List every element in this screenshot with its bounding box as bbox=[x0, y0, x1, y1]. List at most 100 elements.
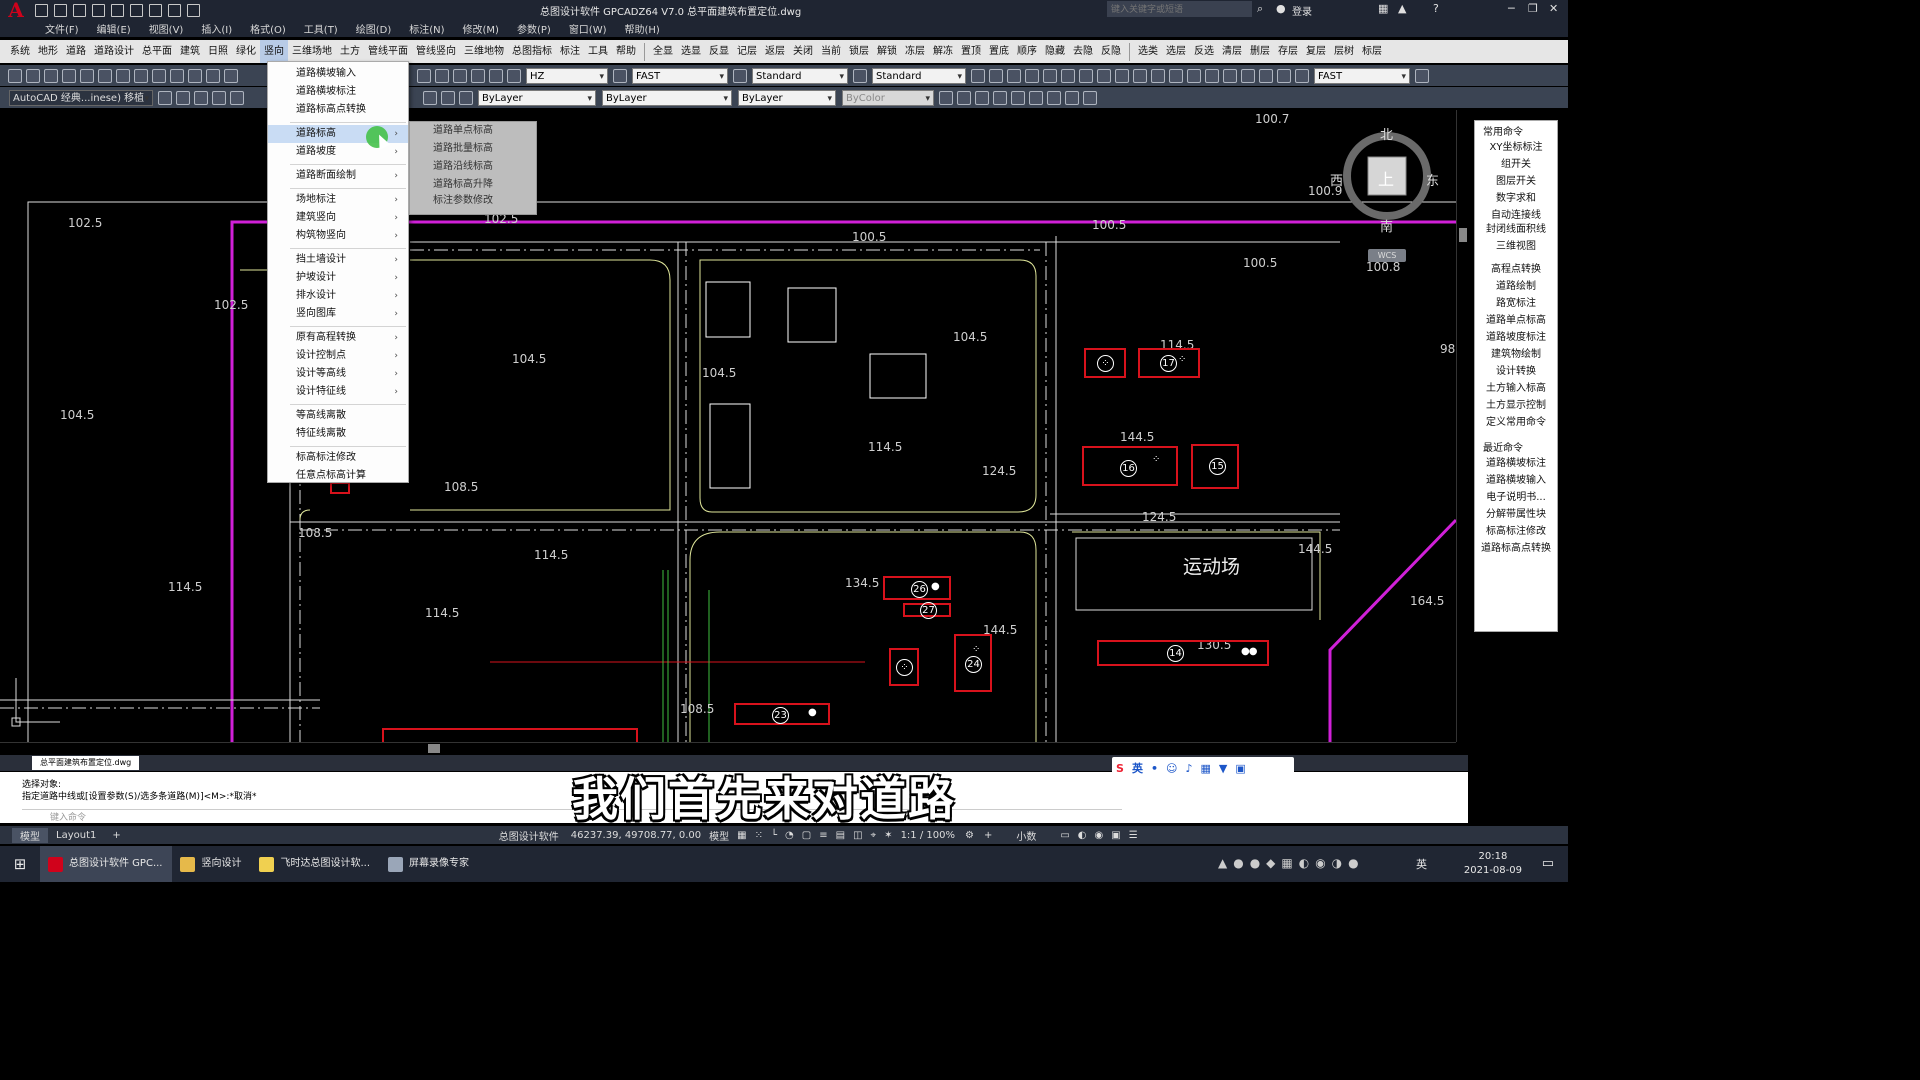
cmd-elevation-convert[interactable]: 高程点转换 bbox=[1475, 261, 1557, 278]
ime-emoji-icon[interactable]: ☺ bbox=[1166, 762, 1177, 775]
menu-any-point-elev[interactable]: 任意点标高计算 bbox=[268, 467, 408, 485]
properties-icon[interactable] bbox=[435, 68, 449, 83]
recent-cmd[interactable]: 分解带属性块 bbox=[1475, 506, 1557, 523]
windows-start-icon[interactable]: ⊞ bbox=[0, 855, 40, 873]
layer-tool-5-icon[interactable] bbox=[1011, 90, 1025, 105]
layer-tool-7-icon[interactable] bbox=[1047, 90, 1061, 105]
layer-invert-select[interactable]: 反选 bbox=[1190, 40, 1218, 63]
compass-east[interactable]: 东 bbox=[1426, 170, 1439, 189]
cmd-group-toggle[interactable]: 组开关 bbox=[1475, 156, 1557, 173]
layer-manager-icon[interactable] bbox=[176, 90, 190, 105]
layer-bottom[interactable]: 置底 bbox=[985, 40, 1013, 63]
layer-tree[interactable]: 层树 bbox=[1330, 40, 1358, 63]
cmd-design-convert[interactable]: 设计转换 bbox=[1475, 363, 1557, 380]
transparency-icon[interactable]: ▤ bbox=[836, 830, 845, 841]
inspect-icon[interactable] bbox=[1241, 68, 1255, 83]
sun-icon[interactable] bbox=[230, 90, 244, 105]
cmd-road-draw[interactable]: 道路绘制 bbox=[1475, 278, 1557, 295]
workspace-select[interactable]: AutoCAD 经典...inese) 移植 bbox=[9, 89, 153, 106]
3d-osnap-icon[interactable]: ⌖ bbox=[871, 830, 877, 841]
layer-tool-9-icon[interactable] bbox=[1083, 90, 1097, 105]
redo-icon[interactable] bbox=[187, 3, 200, 17]
menu-feature-line[interactable]: 设计特征线 › bbox=[268, 383, 408, 401]
submenu-along-line[interactable]: 道路沿线标高 bbox=[410, 158, 536, 176]
dim-style-manager-icon[interactable] bbox=[1415, 68, 1429, 83]
cmd-layer-toggle[interactable]: 图层开关 bbox=[1475, 173, 1557, 190]
menu-edit[interactable]: 编辑(E) bbox=[88, 21, 140, 36]
text-style-icon[interactable] bbox=[507, 68, 521, 83]
cmd-earth-display[interactable]: 土方显示控制 bbox=[1475, 397, 1557, 414]
cmd-auto-connect[interactable]: 自动连接线 bbox=[1475, 207, 1557, 224]
view-cube-top-face[interactable]: 上 bbox=[1378, 166, 1394, 190]
ribbon-greening[interactable]: 绿化 bbox=[232, 40, 260, 63]
undo-icon[interactable] bbox=[168, 3, 181, 17]
building-block[interactable]: 26 ● bbox=[883, 576, 951, 600]
settings-icon[interactable]: ⚙ bbox=[965, 830, 974, 841]
layer-freeze[interactable]: 冻层 bbox=[901, 40, 929, 63]
hardware-accel-icon[interactable]: ◉ bbox=[1095, 830, 1104, 841]
building-block[interactable]: 16 ⁘ bbox=[1082, 446, 1178, 486]
layer-unhide[interactable]: 去隐 bbox=[1069, 40, 1097, 63]
vertical-scrollbar[interactable] bbox=[1456, 110, 1468, 742]
cart-icon[interactable]: ▦ bbox=[1378, 2, 1388, 15]
close-icon[interactable]: ✕ bbox=[1549, 2, 1558, 15]
ribbon-road[interactable]: 道路 bbox=[62, 40, 90, 63]
layer-previous-icon[interactable] bbox=[441, 90, 455, 105]
lineweight-select[interactable]: ByLayer bbox=[738, 89, 836, 106]
layer-unlock[interactable]: 解锁 bbox=[873, 40, 901, 63]
minimize-icon[interactable]: ─ bbox=[1508, 2, 1515, 15]
layer-hide[interactable]: 隐藏 bbox=[1041, 40, 1069, 63]
ortho-icon[interactable]: └ bbox=[771, 830, 777, 841]
table-style-select[interactable]: Standard bbox=[872, 67, 966, 84]
document-tab[interactable]: 总平面建筑布置定位.dwg bbox=[32, 756, 140, 770]
dim-diameter-icon[interactable] bbox=[1079, 68, 1093, 83]
recent-cmd[interactable]: 道路横坡输入 bbox=[1475, 472, 1557, 489]
calc-icon[interactable] bbox=[471, 68, 485, 83]
make-current-icon[interactable] bbox=[423, 90, 437, 105]
taskbar-app-gpcad[interactable]: 总图设计软件 GPC... bbox=[40, 846, 173, 882]
menu-window[interactable]: 窗口(W) bbox=[560, 21, 616, 36]
cmd-road-slope[interactable]: 道路坡度标注 bbox=[1475, 329, 1557, 346]
layer-thaw[interactable]: 解冻 bbox=[929, 40, 957, 63]
dim-style-select[interactable]: Standard bbox=[752, 67, 848, 84]
taskbar-app-docs[interactable]: 飞时达总图设计软... bbox=[251, 846, 380, 882]
building-block[interactable] bbox=[382, 728, 638, 742]
layer-tool-8-icon[interactable] bbox=[1065, 90, 1079, 105]
save-icon[interactable] bbox=[73, 3, 86, 17]
ime-keyboard-icon[interactable]: ▦ bbox=[1200, 762, 1210, 775]
ribbon-3d-site[interactable]: 三维场地 bbox=[288, 40, 336, 63]
isolate-icon[interactable]: ◐ bbox=[1078, 830, 1087, 841]
annotation-scale[interactable]: 1:1 / 100% bbox=[901, 830, 955, 841]
ime-toolbar[interactable]: S 英 • ☺ ♪ ▦ ▼ ▣ bbox=[1112, 757, 1294, 779]
menu-insert[interactable]: 插入(I) bbox=[192, 21, 241, 36]
ime-skin-icon[interactable]: ▼ bbox=[1219, 762, 1227, 775]
scrollbar-thumb[interactable] bbox=[428, 744, 440, 753]
recent-cmd[interactable]: 道路横坡标注 bbox=[1475, 455, 1557, 472]
quick-properties-icon[interactable]: ▭ bbox=[1060, 830, 1069, 841]
menu-parameter[interactable]: 参数(P) bbox=[508, 21, 560, 36]
dim-jogged-icon[interactable] bbox=[1061, 68, 1075, 83]
menu-feature-discrete[interactable]: 特征线离散 bbox=[268, 425, 408, 443]
cmd-road-width[interactable]: 路宽标注 bbox=[1475, 295, 1557, 312]
building-block[interactable]: ⁘ bbox=[889, 648, 919, 686]
dim-aligned-icon[interactable] bbox=[989, 68, 1003, 83]
recent-cmd[interactable]: 道路标高点转换 bbox=[1475, 540, 1557, 557]
ribbon-sunlight[interactable]: 日照 bbox=[204, 40, 232, 63]
color-select[interactable]: ByLayer bbox=[478, 89, 596, 106]
menu-elev-label-modify[interactable]: 标高标注修改 bbox=[268, 449, 408, 467]
layer-state-icon[interactable] bbox=[194, 90, 208, 105]
layer-close[interactable]: 关闭 bbox=[789, 40, 817, 63]
layer-clear[interactable]: 清层 bbox=[1218, 40, 1246, 63]
cmd-building-draw[interactable]: 建筑物绘制 bbox=[1475, 346, 1557, 363]
taskbar-app-folder[interactable]: 竖向设计 bbox=[172, 846, 251, 882]
cmd-define-common[interactable]: 定义常用命令 bbox=[1475, 414, 1557, 431]
drawing-canvas[interactable]: 100.7 102.5 102.5 104.5 104.5 104.5 104.… bbox=[0, 110, 1456, 742]
ribbon-building[interactable]: 建筑 bbox=[176, 40, 204, 63]
layer-save[interactable]: 存层 bbox=[1274, 40, 1302, 63]
building-block[interactable]: ⁘ bbox=[1084, 348, 1126, 378]
building-block[interactable]: 14 ●● bbox=[1097, 640, 1269, 666]
print-icon[interactable] bbox=[149, 3, 162, 17]
dim-space-icon[interactable] bbox=[1169, 68, 1183, 83]
ribbon-vertical[interactable]: 竖向 bbox=[260, 40, 288, 63]
menu-dimension[interactable]: 标注(N) bbox=[400, 21, 453, 36]
